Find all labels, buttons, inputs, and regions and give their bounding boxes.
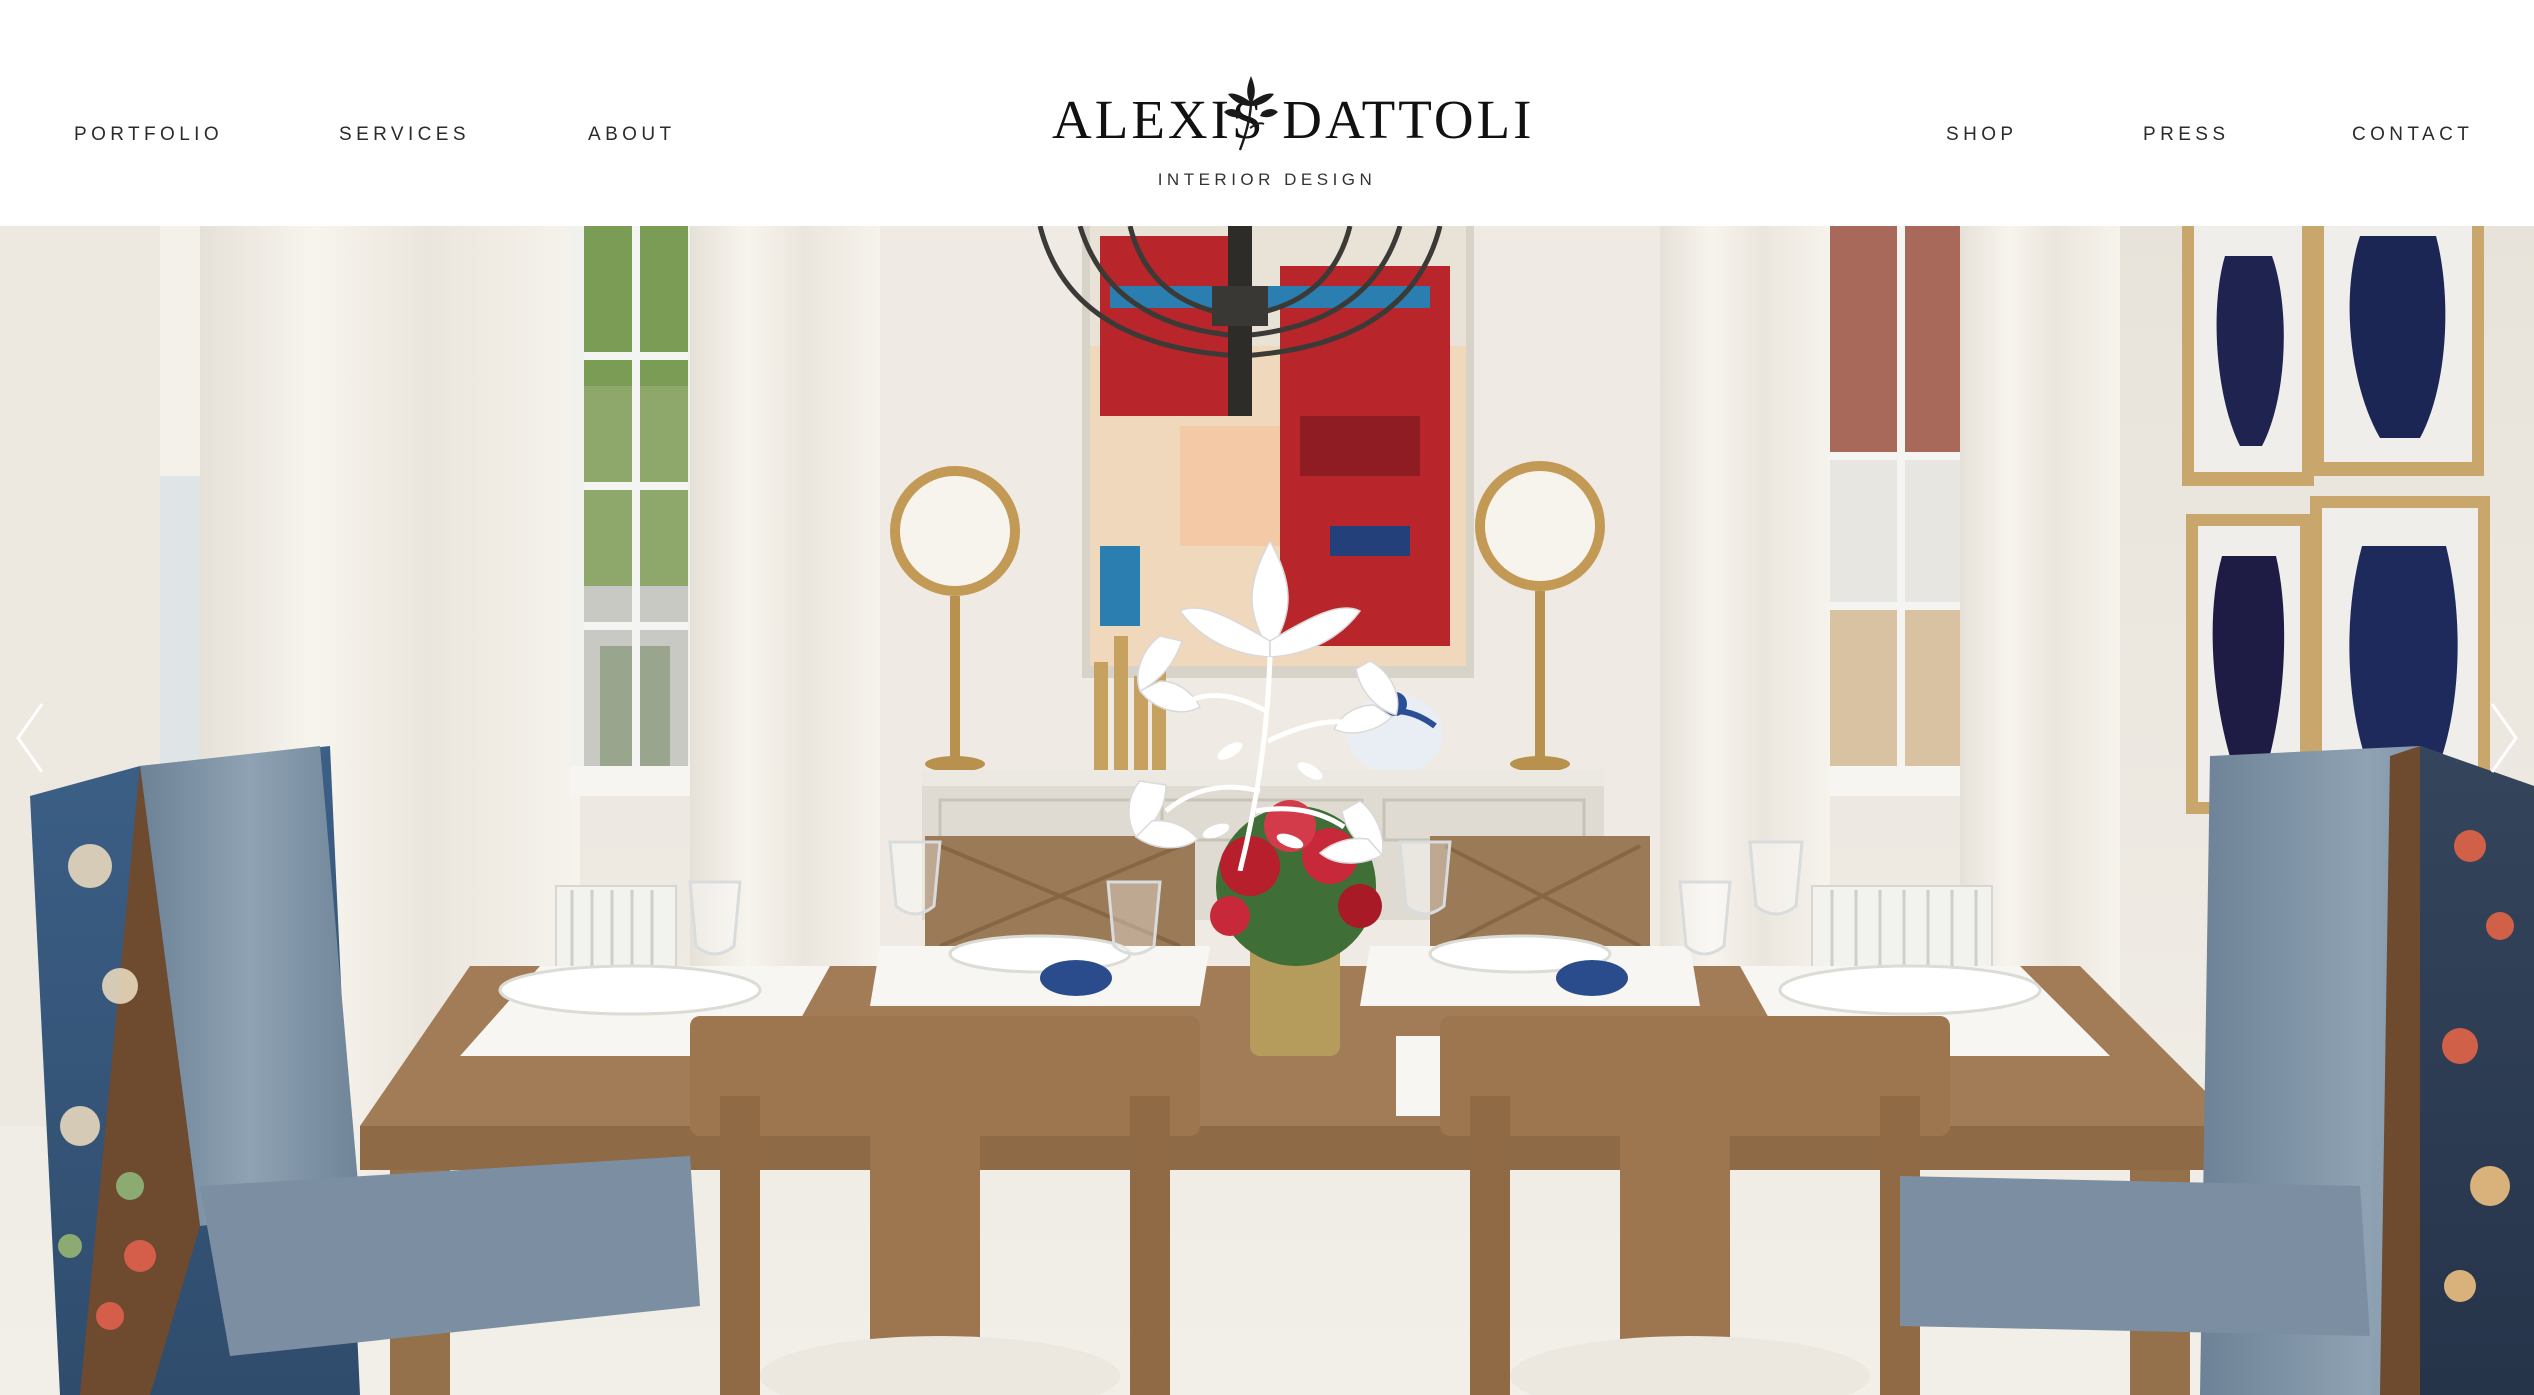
logo-subtitle: INTERIOR DESIGN — [1157, 170, 1377, 189]
nav-services[interactable]: SERVICES — [339, 124, 470, 146]
page: PORTFOLIO SERVICES ABOUT ALEXIS DATTOLI … — [0, 0, 2534, 1395]
nav-press[interactable]: PRESS — [2143, 124, 2229, 146]
lotus-flower-icon — [1224, 76, 1278, 151]
lotus-flower-icon — [1128, 541, 1399, 871]
chevron-right-icon[interactable] — [2484, 698, 2524, 778]
nav-shop[interactable]: SHOP — [1946, 124, 2017, 146]
chevron-left-icon[interactable] — [10, 698, 50, 778]
nav-portfolio[interactable]: PORTFOLIO — [74, 124, 223, 146]
site-header: PORTFOLIO SERVICES ABOUT ALEXIS DATTOLI … — [0, 0, 2534, 226]
nav-about[interactable]: ABOUT — [588, 124, 675, 146]
site-logo[interactable]: ALEXIS DATTOLI INTERIOR DESIGN — [1052, 72, 1531, 196]
nav-contact[interactable]: CONTACT — [2352, 124, 2473, 146]
hero-carousel — [0, 226, 2534, 1395]
